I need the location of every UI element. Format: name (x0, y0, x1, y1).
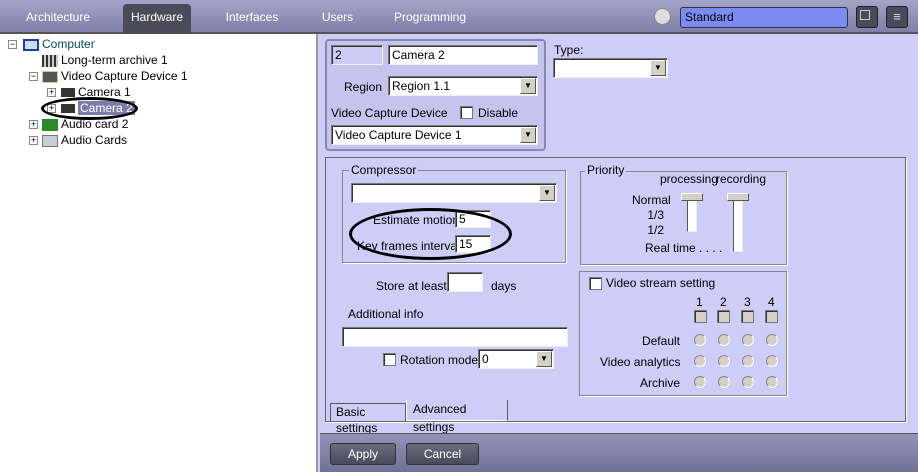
rotation-label: Rotation mode (400, 353, 479, 367)
tab-hardware[interactable]: Hardware (123, 4, 191, 34)
audio-card-icon (42, 118, 58, 131)
tab-basic-settings[interactable]: Basic settings (330, 403, 406, 435)
tree-node-computer[interactable]: Computer (23, 36, 95, 52)
processing-label: processing (660, 172, 719, 186)
stream-radio-video-analytics-1[interactable] (694, 355, 706, 367)
stream-checkbox-2[interactable] (717, 310, 730, 323)
priority-1-3: 1/3 (647, 208, 664, 222)
profile-select[interactable]: Standard (680, 7, 848, 28)
stream-checkbox-1[interactable] (694, 310, 707, 323)
layout-grid-icon[interactable] (856, 6, 878, 28)
device-label: Video Capture Device (331, 106, 448, 120)
days-label: days (491, 279, 517, 293)
stream-radio-default-4[interactable] (766, 334, 778, 346)
settings-hex-icon[interactable] (654, 8, 671, 25)
video-stream-checkbox[interactable] (589, 277, 602, 290)
recording-label: recording (716, 172, 767, 186)
processing-slider-thumb[interactable] (681, 193, 703, 201)
stream-checkbox-4[interactable] (765, 310, 778, 323)
tree-node-video-capture-device[interactable]: Video Capture Device 1 (42, 68, 188, 84)
additional-info-input[interactable] (342, 327, 568, 347)
chevron-down-icon: ▼ (539, 185, 555, 201)
menu-icon[interactable]: ≡ (886, 6, 908, 28)
priority-1-2: 1/2 (647, 223, 664, 237)
region-label: Region (344, 80, 383, 94)
stream-radio-default-3[interactable] (742, 334, 754, 346)
tree-node-audio-cards[interactable]: Audio Cards (42, 132, 127, 148)
tab-advanced-settings[interactable]: Advanced settings (406, 400, 508, 434)
stream-checkbox-3[interactable] (741, 310, 754, 323)
recording-slider-thumb[interactable] (727, 193, 749, 201)
tab-users[interactable]: Users (315, 4, 360, 34)
cancel-button[interactable]: Cancel (406, 443, 479, 465)
archive-icon (42, 54, 58, 67)
store-days-input[interactable] (447, 272, 483, 292)
camera-icon (61, 88, 75, 98)
video-stream-label: Video stream setting (606, 276, 716, 290)
chevron-down-icon: ▼ (650, 60, 666, 76)
additional-info-label: Additional info (348, 307, 424, 321)
rotation-checkbox[interactable] (383, 353, 396, 366)
folder-icon (42, 134, 58, 147)
store-label: Store at least (376, 279, 447, 293)
stream-radio-video-analytics-4[interactable] (766, 355, 778, 367)
tree-node-archive[interactable]: Long-term archive 1 (42, 52, 168, 68)
priority-normal: Normal (632, 193, 671, 207)
stream-radio-video-analytics-2[interactable] (718, 355, 730, 367)
tab-interfaces[interactable]: Interfaces (218, 4, 286, 34)
collapse-icon[interactable]: − (29, 72, 38, 81)
priority-realtime: Real time . . . . (645, 241, 723, 255)
stream-radio-archive-3[interactable] (742, 376, 754, 388)
hardware-tree: − Computer Long-term archive 1 − Video C… (0, 34, 318, 472)
row-archive-label: Archive (639, 376, 680, 390)
camera-name-input[interactable]: Camera 2 (388, 45, 538, 65)
top-navigation: Architecture Hardware Interfaces Users P… (0, 0, 918, 34)
region-select[interactable]: Region 1.1 ▼ (388, 76, 538, 96)
stream-radio-default-1[interactable] (694, 334, 706, 346)
stream-radio-video-analytics-3[interactable] (742, 355, 754, 367)
collapse-icon[interactable]: − (8, 40, 17, 49)
highlight-oval (349, 208, 512, 260)
disable-label: Disable (478, 106, 519, 120)
expand-icon[interactable]: + (29, 120, 38, 129)
stream-radio-archive-1[interactable] (694, 376, 706, 388)
row-default-label: Default (641, 334, 680, 348)
apply-button[interactable]: Apply (330, 443, 396, 465)
tab-architecture[interactable]: Architecture (18, 4, 98, 34)
chevron-down-icon: ▼ (520, 78, 536, 94)
tree-node-audio-card[interactable]: Audio card 2 (42, 116, 128, 132)
stream-col-1: 1 (696, 295, 703, 309)
stream-col-4: 4 (768, 295, 775, 309)
processing-slider-track[interactable] (687, 196, 697, 232)
tab-programming[interactable]: Programming (390, 4, 470, 34)
chevron-down-icon: ▼ (536, 351, 552, 367)
camera-id-field: 2 (331, 45, 383, 65)
rotation-select[interactable]: 0 ▼ (478, 349, 554, 369)
capture-card-icon (42, 70, 58, 83)
stream-col-3: 3 (744, 295, 751, 309)
stream-radio-archive-2[interactable] (718, 376, 730, 388)
compressor-select[interactable]: ▼ (351, 183, 557, 203)
recording-slider-track[interactable] (733, 196, 743, 252)
disable-checkbox[interactable] (460, 106, 473, 119)
chevron-down-icon: ▼ (520, 127, 536, 143)
computer-icon (23, 38, 39, 51)
stream-radio-default-2[interactable] (718, 334, 730, 346)
stream-col-2: 2 (720, 295, 727, 309)
expand-icon[interactable]: + (47, 88, 56, 97)
type-label: Type: (554, 43, 584, 57)
expand-icon[interactable]: + (29, 136, 38, 145)
type-select[interactable]: ▼ (553, 58, 668, 78)
device-select[interactable]: Video Capture Device 1 ▼ (331, 125, 538, 145)
row-analytics-label: Video analytics (600, 355, 681, 369)
stream-radio-archive-4[interactable] (766, 376, 778, 388)
